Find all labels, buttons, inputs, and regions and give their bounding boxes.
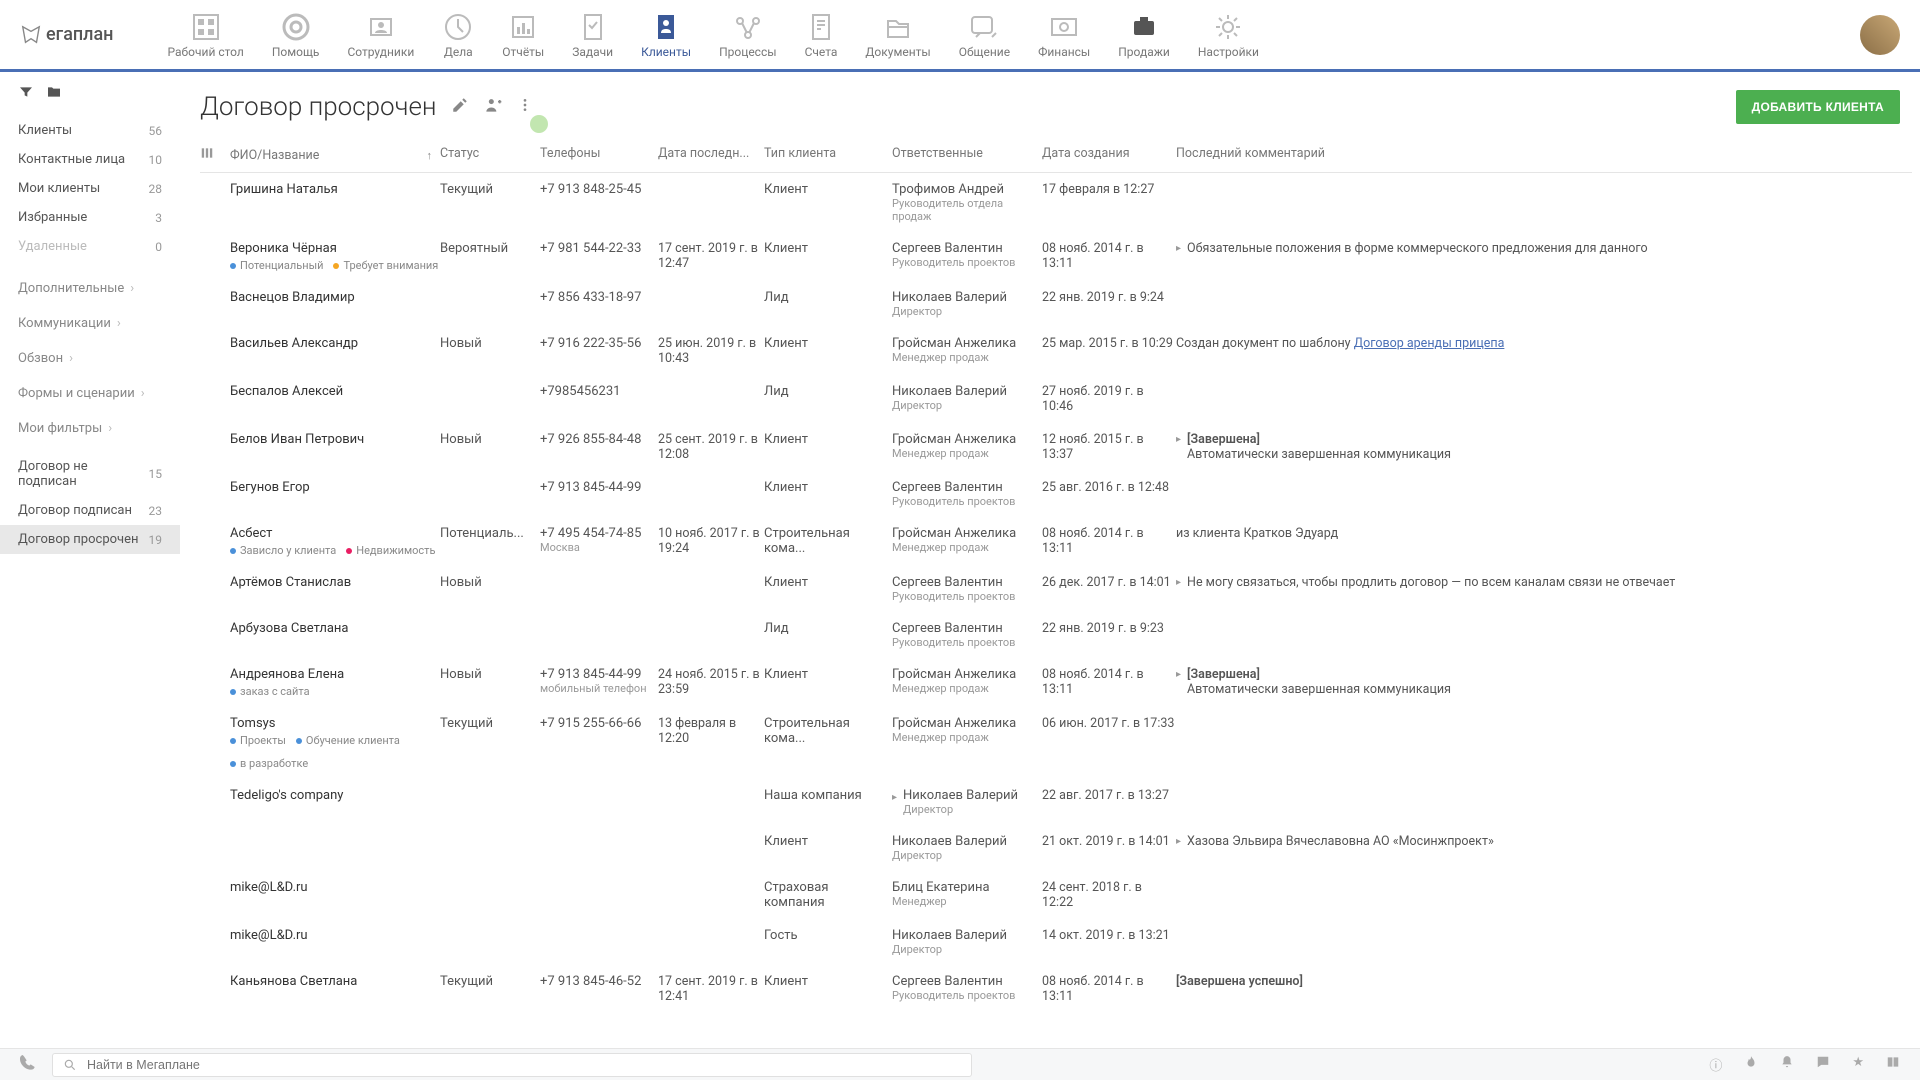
nav-items: Рабочий столПомощьСотрудникиДелаОтчётыЗа…: [153, 5, 1272, 65]
table-row[interactable]: Каньянова СветланаТекущий+7 913 845-46-5…: [200, 965, 1912, 1013]
sidebar-item[interactable]: Клиенты56: [0, 116, 180, 145]
search-input[interactable]: [87, 1058, 961, 1072]
edit-icon[interactable]: [451, 96, 469, 118]
sidebar-section[interactable]: Дополнительные›: [0, 271, 180, 306]
sidebar-item[interactable]: Мои клиенты28: [0, 174, 180, 203]
table-row[interactable]: mike@L&D.ruГостьНиколаев ВалерийДиректор…: [200, 919, 1912, 965]
phone-icon[interactable]: [20, 1055, 36, 1075]
table-header: ФИО/Название↑ Статус Телефоны Дата после…: [200, 138, 1912, 173]
nav-Клиенты[interactable]: Клиенты: [627, 5, 705, 65]
col-type[interactable]: Тип клиента: [764, 146, 892, 164]
cursor-highlight: [530, 115, 548, 133]
bell-icon[interactable]: [1780, 1055, 1794, 1074]
nav-Отчёты[interactable]: Отчёты: [488, 5, 558, 65]
sidebar: Клиенты56Контактные лица10Мои клиенты28И…: [0, 72, 180, 1048]
sidebar-section[interactable]: Формы и сценарии›: [0, 376, 180, 411]
sidebar-section[interactable]: Мои фильтры›: [0, 411, 180, 446]
chat-icon[interactable]: [1816, 1055, 1830, 1074]
table-row[interactable]: АсбестЗависло у клиентаНедвижимостьПотен…: [200, 517, 1912, 566]
nav-Дела[interactable]: Дела: [428, 5, 488, 65]
col-comment[interactable]: Последний комментарий: [1176, 146, 1912, 164]
logo[interactable]: егаплан: [20, 24, 113, 46]
content-header: Договор просрочен ДОБАВИТЬ КЛИЕНТА: [180, 72, 1920, 138]
sidebar-filter[interactable]: Договор просрочен19: [0, 525, 180, 554]
more-icon[interactable]: [517, 97, 533, 117]
nav-Настройки[interactable]: Настройки: [1184, 5, 1273, 65]
nav-Рабочий стол[interactable]: Рабочий стол: [153, 5, 257, 65]
nav-Документы[interactable]: Документы: [851, 5, 944, 65]
column-config-icon[interactable]: [200, 146, 230, 164]
sidebar-item[interactable]: Контактные лица10: [0, 145, 180, 174]
table-row[interactable]: КлиентНиколаев ВалерийДиректор21 окт. 20…: [200, 825, 1912, 871]
table-row[interactable]: Андреянова Еленазаказ с сайтаНовый+7 913…: [200, 658, 1912, 707]
table-row[interactable]: Арбузова СветланаЛидСергеев ВалентинРуко…: [200, 612, 1912, 658]
nav-Продажи[interactable]: Продажи: [1104, 5, 1184, 65]
nav-Помощь[interactable]: Помощь: [258, 5, 334, 65]
col-resp[interactable]: Ответственные: [892, 146, 1042, 164]
table-row[interactable]: mike@L&D.ruСтраховая компанияБлиц Екатер…: [200, 871, 1912, 919]
nav-Процессы[interactable]: Процессы: [705, 5, 791, 65]
content: Договор просрочен ДОБАВИТЬ КЛИЕНТА ФИО/Н…: [180, 72, 1920, 1048]
nav-Финансы[interactable]: Финансы: [1024, 5, 1104, 65]
sort-arrow-icon: ↑: [427, 149, 433, 162]
sidebar-item[interactable]: Избранные3: [0, 203, 180, 232]
sidebar-filter[interactable]: Договор подписан23: [0, 496, 180, 525]
table-row[interactable]: Беспалов Алексей+7985456231ЛидНиколаев В…: [200, 375, 1912, 423]
table-row[interactable]: Вероника ЧёрнаяПотенциальныйТребует вним…: [200, 232, 1912, 281]
filter-icon[interactable]: [18, 84, 34, 104]
table-row[interactable]: Бегунов Егор+7 913 845-44-99КлиентСергее…: [200, 471, 1912, 517]
add-client-button[interactable]: ДОБАВИТЬ КЛИЕНТА: [1736, 90, 1900, 124]
table: ФИО/Название↑ Статус Телефоны Дата после…: [180, 138, 1920, 1048]
book-icon[interactable]: [1886, 1055, 1900, 1074]
table-row[interactable]: Васнецов Владимир+7 856 433-18-97ЛидНико…: [200, 281, 1912, 327]
info-icon[interactable]: ⓘ: [1709, 1055, 1722, 1074]
col-status[interactable]: Статус: [440, 146, 540, 164]
add-folder-icon[interactable]: [46, 84, 62, 104]
table-row[interactable]: Гришина НатальяТекущий+7 913 848-25-45Кл…: [200, 173, 1912, 232]
sidebar-item[interactable]: Удаленные0: [0, 232, 180, 261]
fire-icon[interactable]: [1744, 1055, 1758, 1074]
table-row[interactable]: Васильев АлександрНовый+7 916 222-35-562…: [200, 327, 1912, 375]
avatar[interactable]: [1860, 15, 1900, 55]
sidebar-filter[interactable]: Договор не подписан15: [0, 452, 180, 496]
page-title: Договор просрочен: [200, 92, 437, 122]
bottom-bar: ⓘ ★: [0, 1048, 1920, 1080]
col-phone[interactable]: Телефоны: [540, 146, 658, 164]
search-box[interactable]: [52, 1053, 972, 1077]
star-icon[interactable]: ★: [1852, 1055, 1864, 1074]
sidebar-section[interactable]: Коммуникации›: [0, 306, 180, 341]
table-row[interactable]: TomsysПроектыОбучение клиентав разработк…: [200, 707, 1912, 779]
nav-Сотрудники[interactable]: Сотрудники: [333, 5, 428, 65]
top-nav: егаплан Рабочий столПомощьСотрудникиДела…: [0, 0, 1920, 72]
table-row[interactable]: Белов Иван ПетровичНовый+7 926 855-84-48…: [200, 423, 1912, 471]
table-row[interactable]: Артёмов СтаниславНовыйКлиентСергеев Вале…: [200, 566, 1912, 612]
search-icon: [63, 1058, 77, 1072]
col-last[interactable]: Дата последн...: [658, 146, 764, 164]
col-created[interactable]: Дата создания: [1042, 146, 1176, 164]
nav-Общение[interactable]: Общение: [945, 5, 1024, 65]
nav-Задачи[interactable]: Задачи: [558, 5, 627, 65]
sidebar-section[interactable]: Обзвон›: [0, 341, 180, 376]
col-name[interactable]: ФИО/Название↑: [230, 146, 440, 164]
nav-Счета[interactable]: Счета: [791, 5, 852, 65]
table-row[interactable]: Tedeligo's companyНаша компания▸Николаев…: [200, 779, 1912, 825]
add-person-icon[interactable]: [483, 95, 503, 119]
